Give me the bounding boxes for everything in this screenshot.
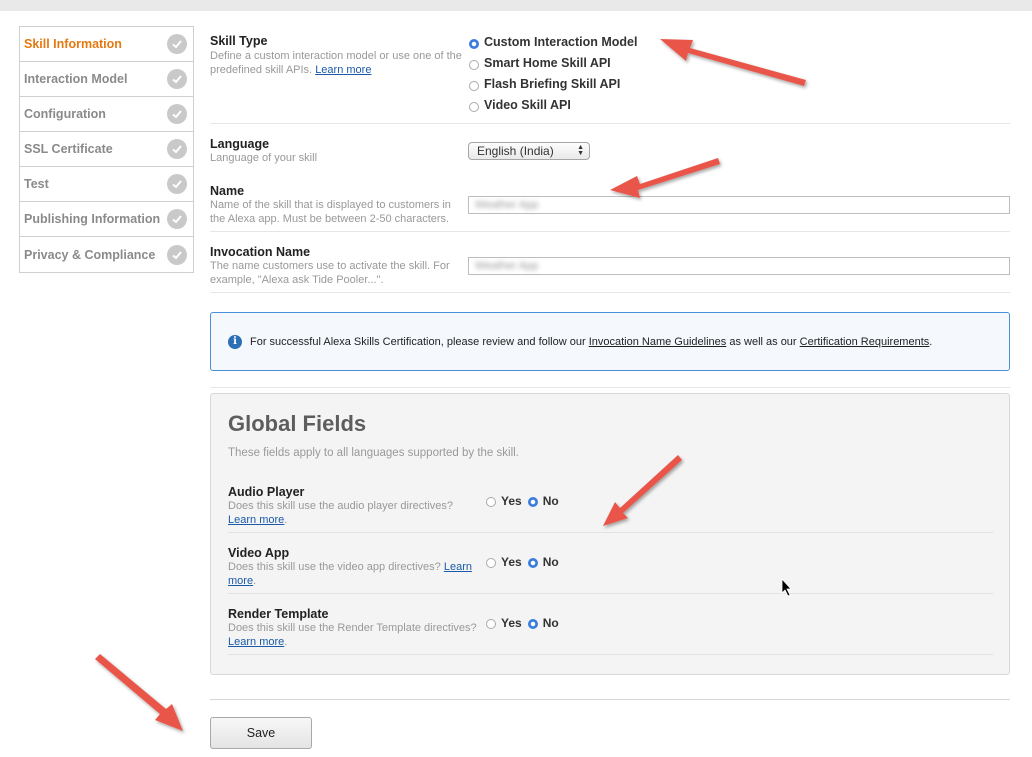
radio-icon[interactable] (469, 80, 479, 91)
check-circle-icon (167, 69, 187, 89)
top-bar (0, 0, 1032, 11)
sidebar-item-ssl-certificate[interactable]: SSL Certificate (20, 132, 193, 167)
sidebar-nav: Skill Information Interaction Model Conf… (19, 26, 194, 273)
divider (210, 123, 1010, 124)
save-button[interactable]: Save (210, 717, 312, 749)
invocation-name-guidelines-link[interactable]: Invocation Name Guidelines (589, 336, 727, 348)
radio-custom-interaction-model[interactable]: Custom Interaction Model (469, 35, 637, 49)
select-arrows-icon: ▲ ▼ (577, 144, 584, 157)
language-label: Language (210, 137, 270, 151)
divider (210, 387, 1010, 388)
learn-more-link[interactable]: Learn more (315, 64, 371, 76)
check-circle-icon (167, 244, 187, 265)
audio-player-label: Audio Player (228, 485, 305, 499)
language-select[interactable]: English (India) ▲ ▼ (468, 142, 590, 160)
global-fields-subtitle: These fields apply to all languages supp… (228, 447, 519, 459)
info-icon: i (228, 334, 242, 349)
sidebar-item-label: Interaction Model (24, 72, 128, 86)
divider (210, 292, 1010, 293)
sidebar-item-label: SSL Certificate (24, 142, 113, 156)
check-circle-icon (167, 139, 187, 159)
arrow-icon (660, 39, 806, 86)
info-text: For successful Alexa Skills Certificatio… (250, 335, 933, 348)
render-template-desc: Does this skill use the Render Template … (228, 622, 477, 648)
name-label: Name (210, 184, 245, 198)
radio-no-selected-icon[interactable] (527, 497, 538, 507)
certification-requirements-link[interactable]: Certification Requirements (800, 336, 930, 348)
audio-player-radio-group: Yes No (486, 494, 565, 508)
learn-more-link[interactable]: Learn more (228, 514, 284, 526)
render-template-radio-group: Yes No (486, 616, 565, 630)
name-input-value: Weather App (475, 199, 539, 211)
name-input[interactable]: Weather App (468, 196, 1010, 214)
check-circle-icon (167, 34, 187, 54)
video-app-label: Video App (228, 546, 290, 560)
divider (228, 654, 993, 655)
arrow-icon (610, 158, 720, 198)
language-desc: Language of your skill (210, 152, 318, 164)
divider (228, 532, 993, 533)
arrow-icon (95, 654, 183, 731)
invocation-name-input-value: Weather App (475, 260, 539, 272)
radio-smart-home-skill-api[interactable]: Smart Home Skill API (469, 56, 611, 70)
sidebar-item-privacy-compliance[interactable]: Privacy & Compliance (20, 237, 193, 272)
sidebar-item-label: Privacy & Compliance (24, 247, 156, 262)
check-circle-icon (167, 209, 187, 229)
sidebar-item-label: Skill Information (24, 37, 122, 51)
radio-yes-icon[interactable] (486, 619, 496, 629)
render-template-label: Render Template (228, 607, 329, 621)
divider (210, 699, 1010, 700)
sidebar-item-label: Configuration (24, 107, 106, 121)
global-fields-title: Global Fields (228, 411, 367, 436)
skill-type-desc: Define a custom interaction model or use… (210, 50, 462, 76)
radio-no-selected-icon[interactable] (527, 619, 538, 629)
language-select-value: English (India) (477, 144, 554, 158)
check-circle-icon (167, 104, 187, 124)
sidebar-item-configuration[interactable]: Configuration (20, 97, 193, 132)
global-fields-panel: Global Fields These fields apply to all … (210, 393, 1010, 675)
sidebar-item-label: Test (24, 177, 49, 191)
sidebar-item-interaction-model[interactable]: Interaction Model (20, 62, 193, 97)
radio-flash-briefing-skill-api[interactable]: Flash Briefing Skill API (469, 77, 620, 91)
radio-icon[interactable] (469, 59, 479, 70)
radio-video-skill-api[interactable]: Video Skill API (469, 98, 571, 112)
video-app-desc: Does this skill use the video app direct… (228, 561, 472, 587)
invocation-name-label: Invocation Name (210, 245, 311, 259)
learn-more-link[interactable]: Learn more (228, 636, 284, 648)
video-app-radio-group: Yes No (486, 555, 565, 569)
invocation-name-input[interactable]: Weather App (468, 257, 1010, 275)
invocation-name-desc: The name customers use to activate the s… (210, 260, 450, 286)
radio-no-selected-icon[interactable] (527, 558, 538, 568)
divider (210, 231, 1010, 232)
check-circle-icon (167, 174, 187, 194)
certification-info-box: i For successful Alexa Skills Certificat… (210, 312, 1010, 371)
radio-yes-icon[interactable] (486, 558, 496, 568)
sidebar-item-label: Publishing Information (24, 212, 161, 226)
audio-player-desc: Does this skill use the audio player dir… (228, 500, 454, 526)
radio-selected-icon[interactable] (469, 38, 479, 49)
name-desc: Name of the skill that is displayed to c… (210, 199, 451, 225)
sidebar-item-test[interactable]: Test (20, 167, 193, 202)
sidebar-item-publishing-information[interactable]: Publishing Information (20, 202, 193, 237)
skill-type-label: Skill Type (210, 34, 268, 48)
divider (228, 593, 993, 594)
radio-yes-icon[interactable] (486, 497, 496, 507)
sidebar-item-skill-information[interactable]: Skill Information (20, 27, 193, 62)
radio-icon[interactable] (469, 101, 479, 112)
